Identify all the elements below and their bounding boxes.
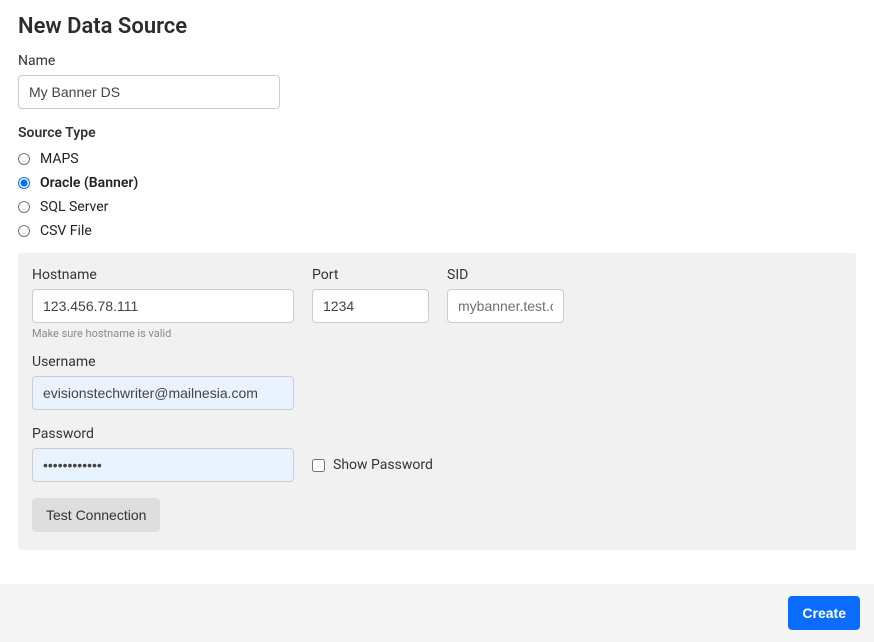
show-password-toggle[interactable]: Show Password — [312, 457, 433, 473]
radio-sqlserver[interactable] — [18, 201, 30, 213]
footer-bar: Create — [0, 584, 874, 642]
name-label: Name — [18, 53, 856, 69]
port-label: Port — [312, 267, 429, 283]
sid-label: SID — [447, 267, 564, 283]
password-label: Password — [32, 426, 842, 442]
radio-label-oracle: Oracle (Banner) — [40, 175, 138, 191]
hostname-hint: Make sure hostname is valid — [32, 327, 294, 340]
radio-label-csv: CSV File — [40, 223, 92, 239]
port-input[interactable] — [312, 289, 429, 323]
source-type-option-sqlserver[interactable]: SQL Server — [18, 195, 856, 219]
password-input[interactable] — [32, 448, 294, 482]
radio-csv[interactable] — [18, 225, 30, 237]
create-button[interactable]: Create — [788, 596, 860, 630]
name-input[interactable] — [18, 75, 280, 109]
radio-oracle[interactable] — [18, 177, 30, 189]
hostname-label: Hostname — [32, 267, 294, 283]
hostname-input[interactable] — [32, 289, 294, 323]
username-label: Username — [32, 354, 842, 370]
source-type-option-maps[interactable]: MAPS — [18, 147, 856, 171]
radio-maps[interactable] — [18, 153, 30, 165]
test-connection-button[interactable]: Test Connection — [32, 498, 160, 532]
page-title: New Data Source — [18, 14, 856, 39]
source-type-label: Source Type — [18, 125, 856, 141]
source-type-option-csv[interactable]: CSV File — [18, 219, 856, 243]
connection-panel: Hostname Make sure hostname is valid Por… — [18, 253, 856, 550]
username-input[interactable] — [32, 376, 294, 410]
sid-input[interactable] — [447, 289, 564, 323]
show-password-label: Show Password — [333, 457, 433, 473]
radio-label-sqlserver: SQL Server — [40, 199, 108, 215]
radio-label-maps: MAPS — [40, 151, 79, 167]
source-type-option-oracle[interactable]: Oracle (Banner) — [18, 171, 856, 195]
show-password-checkbox[interactable] — [312, 459, 325, 472]
